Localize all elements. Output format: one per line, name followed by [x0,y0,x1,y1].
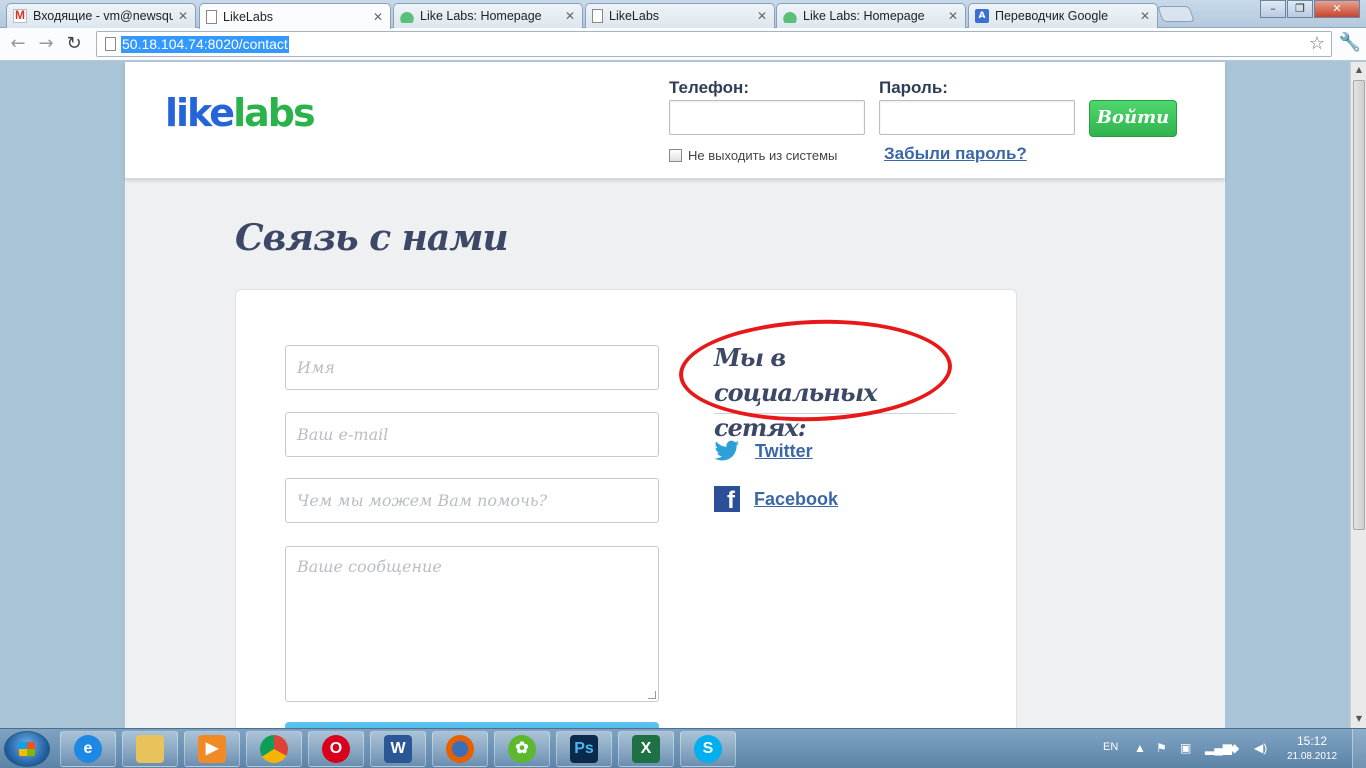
tab-label: Like Labs: Homepage [803,9,925,23]
language-indicator[interactable]: EN [1103,741,1118,753]
tab-label: Переводчик Google [995,9,1109,23]
close-icon[interactable]: ✕ [947,9,959,23]
maximize-button[interactable]: ❐ [1287,0,1313,18]
page-icon [592,9,603,23]
system-clock[interactable]: 15:12 21.08.2012 [1282,734,1342,762]
minimize-button[interactable]: – [1260,0,1286,18]
message-textarea[interactable]: Ваше сообщение [285,546,659,702]
tab-label: Like Labs: Homepage [420,9,542,23]
remember-me-checkbox[interactable] [669,149,682,162]
resize-grip-icon[interactable] [648,691,656,699]
browser-tab-strip: Входящие - vm@newsqua ✕ LikeLabs ✕ Like … [0,0,1366,29]
tray-arrow-icon[interactable]: ▲ [1134,741,1146,755]
windows-taskbar: e ▶ O W ✿ Ps X S EN ▲ ⚑ ▣ ▂▄▆ ◆ ◀) 15:12… [0,728,1366,768]
tab-label: LikeLabs [609,9,660,23]
show-desktop-button[interactable] [1352,729,1366,768]
browser-tab-likelabs-active[interactable]: LikeLabs ✕ [199,3,391,29]
start-button[interactable] [4,731,50,767]
scrollbar-thumb[interactable] [1353,80,1365,530]
site-container: likelabs Телефон: Пароль: Войти Не выход… [125,62,1225,728]
subject-input[interactable]: Чем мы можем Вам помочь? [285,478,659,523]
close-icon[interactable]: ✕ [1139,9,1151,23]
forgot-password-link[interactable]: Забыли пароль? [884,144,1027,164]
new-tab-button[interactable] [1157,6,1195,22]
name-input[interactable]: Имя [285,345,659,390]
skype-icon[interactable]: S [680,731,736,767]
browser-tab-homepage[interactable]: Like Labs: Homepage ✕ [393,3,583,28]
phone-label: Телефон: [669,78,749,97]
close-icon[interactable]: ✕ [372,10,384,24]
logo-like-text: like [165,91,235,135]
email-input[interactable]: Ваш e-mail [285,412,659,457]
vertical-scrollbar[interactable]: ▲ ▼ [1350,62,1366,728]
page-icon [105,37,116,51]
phone-input[interactable] [669,100,865,135]
firefox-icon[interactable] [432,731,488,767]
browser-tab-homepage-2[interactable]: Like Labs: Homepage ✕ [776,3,966,28]
facebook-icon: f [714,486,740,512]
password-label: Пароль: [879,78,948,97]
tab-label: Входящие - vm@newsqua [33,9,173,23]
close-icon[interactable]: ✕ [564,9,576,23]
site-header: likelabs Телефон: Пароль: Войти Не выход… [125,62,1225,179]
forward-arrow-icon[interactable]: → [34,32,58,56]
page-title: Связь с нами [235,217,509,259]
address-bar[interactable]: 50.18.104.74:8020/contact ☆ [96,31,1332,57]
message-placeholder: Ваше сообщение [297,557,442,576]
network-signal-icon[interactable]: ▂▄▆ [1205,741,1232,755]
likelabs-logo[interactable]: likelabs [165,91,316,135]
translate-icon: A [975,9,989,23]
twitter-link-label: Twitter [755,440,813,461]
wrench-menu-icon[interactable]: 🔧 [1338,32,1362,56]
login-button[interactable]: Войти [1089,100,1177,137]
cloud-icon [400,9,414,23]
scroll-down-arrow-icon[interactable]: ▼ [1354,714,1364,723]
file-explorer-icon[interactable] [122,731,178,767]
clock-time: 15:12 [1296,734,1328,748]
close-icon[interactable]: ✕ [177,9,189,23]
device-icon[interactable]: ▣ [1180,741,1191,755]
url-text[interactable]: 50.18.104.74:8020/contact [121,36,289,53]
remember-me-label: Не выходить из системы [688,148,838,163]
cloud-icon [783,9,797,23]
logo-labs-text: labs [233,91,315,135]
chrome-icon[interactable] [246,731,302,767]
tab-label: LikeLabs [223,9,274,24]
browser-tab-translate[interactable]: A Переводчик Google ✕ [968,3,1158,28]
page-viewport: likelabs Телефон: Пароль: Войти Не выход… [0,62,1350,728]
password-input[interactable] [879,100,1075,135]
page-icon [206,9,217,24]
icq-icon[interactable]: ✿ [494,731,550,767]
browser-tab-gmail[interactable]: Входящие - vm@newsqua ✕ [6,3,196,28]
action-center-flag-icon[interactable]: ⚑ [1156,741,1167,755]
back-arrow-icon[interactable]: ← [6,32,30,56]
contact-panel: Имя Ваш e-mail Чем мы можем Вам помочь? … [235,289,1017,728]
twitter-link[interactable]: Twitter [714,440,813,462]
gmail-icon [13,8,27,23]
internet-explorer-icon[interactable]: e [60,731,116,767]
bookmark-star-icon[interactable]: ☆ [1309,33,1325,54]
media-player-icon[interactable]: ▶ [184,731,240,767]
close-icon[interactable]: ✕ [756,9,768,23]
browser-tab-likelabs[interactable]: LikeLabs ✕ [585,3,775,28]
browser-toolbar: ← → ↻ 50.18.104.74:8020/contact ☆ 🔧 [0,28,1366,61]
remember-me[interactable]: Не выходить из системы [669,148,837,163]
word-icon[interactable]: W [370,731,426,767]
reload-icon[interactable]: ↻ [62,32,86,56]
photoshop-icon[interactable]: Ps [556,731,612,767]
clock-date: 21.08.2012 [1286,751,1338,762]
scroll-up-arrow-icon[interactable]: ▲ [1354,65,1364,74]
facebook-link[interactable]: f Facebook [714,486,838,512]
volume-icon[interactable]: ◀) [1254,741,1267,755]
close-window-button[interactable]: ✕ [1314,0,1360,18]
facebook-link-label: Facebook [754,488,839,509]
twitter-icon [714,440,739,461]
excel-icon[interactable]: X [618,731,674,767]
dropbox-icon[interactable]: ◆ [1230,741,1239,755]
opera-icon[interactable]: O [308,731,364,767]
